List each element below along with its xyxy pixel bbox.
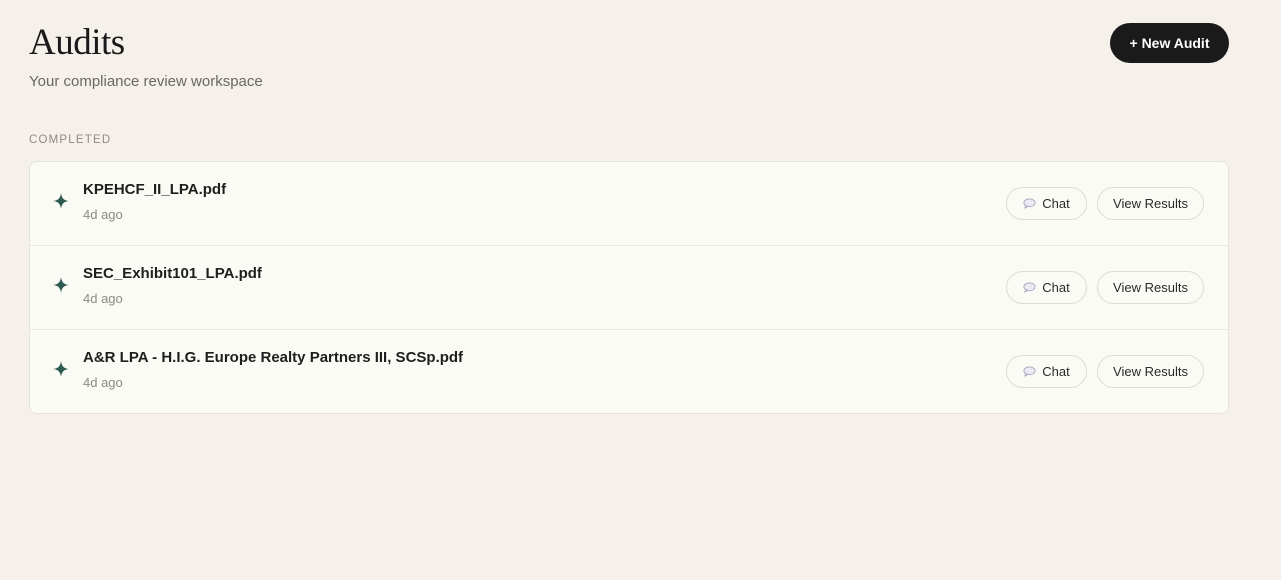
audit-time: 4d ago: [83, 375, 123, 390]
audit-list: KPEHCF_II_LPA.pdf 4d ago Chat View Resul…: [29, 161, 1229, 414]
chat-bubble-icon: [1023, 198, 1036, 209]
audit-file-name[interactable]: A&R LPA - H.I.G. Europe Realty Partners …: [83, 349, 463, 366]
chat-bubble-icon: [1023, 366, 1036, 377]
new-audit-button[interactable]: + New Audit: [1110, 23, 1229, 63]
page-title: Audits: [29, 22, 125, 63]
audit-row: A&R LPA - H.I.G. Europe Realty Partners …: [30, 330, 1228, 413]
chat-button-label: Chat: [1042, 364, 1070, 379]
chat-bubble-icon: [1023, 282, 1036, 293]
view-results-button[interactable]: View Results: [1097, 355, 1204, 388]
audits-page: Audits Your compliance review workspace …: [0, 0, 1281, 580]
chat-button[interactable]: Chat: [1006, 187, 1087, 220]
audit-time: 4d ago: [83, 291, 123, 306]
view-results-button[interactable]: View Results: [1097, 187, 1204, 220]
sparkle-icon: [53, 193, 69, 209]
audit-file-name[interactable]: SEC_Exhibit101_LPA.pdf: [83, 265, 262, 282]
audit-row: SEC_Exhibit101_LPA.pdf 4d ago Chat View …: [30, 246, 1228, 330]
chat-button[interactable]: Chat: [1006, 271, 1087, 304]
section-label-completed: COMPLETED: [29, 134, 112, 146]
chat-button-label: Chat: [1042, 280, 1070, 295]
chat-button[interactable]: Chat: [1006, 355, 1087, 388]
sparkle-icon: [53, 277, 69, 293]
page-subtitle: Your compliance review workspace: [29, 73, 263, 90]
audit-time: 4d ago: [83, 207, 123, 222]
chat-button-label: Chat: [1042, 196, 1070, 211]
audit-file-name[interactable]: KPEHCF_II_LPA.pdf: [83, 181, 226, 198]
audit-row: KPEHCF_II_LPA.pdf 4d ago Chat View Resul…: [30, 162, 1228, 246]
sparkle-icon: [53, 361, 69, 377]
view-results-button[interactable]: View Results: [1097, 271, 1204, 304]
